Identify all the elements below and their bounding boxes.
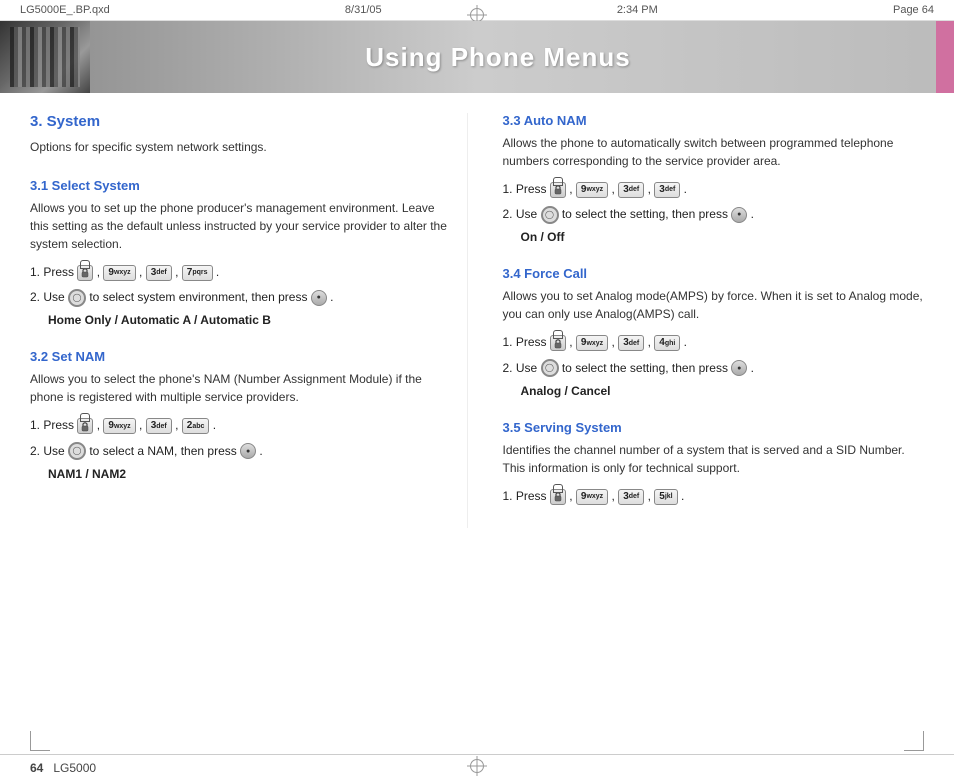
page-header: Using Phone Menus xyxy=(0,21,954,93)
lock-key-2 xyxy=(77,418,93,434)
footer-model: LG5000 xyxy=(53,761,96,775)
lock-key-4 xyxy=(550,335,566,351)
ok-btn-3-1: ● xyxy=(311,290,327,306)
options-3-2: NAM1 / NAM2 xyxy=(30,467,452,481)
step-3-1-1: 1. Press , 9wxyz , 3def , 7pqrs . xyxy=(30,263,452,282)
key-9wxyz-2: 9wxyz xyxy=(103,418,135,434)
page-info-date: 8/31/05 xyxy=(345,4,382,16)
page-info-time: 2:34 PM xyxy=(617,4,658,16)
key-9wxyz-4: 9wxyz xyxy=(576,335,608,351)
ok-btn-3-3: ● xyxy=(731,207,747,223)
step-3-3-2: 2. Use ◯ to select the setting, then pre… xyxy=(503,205,925,224)
step-3-5-1: 1. Press , 9wxyz , 3def , 5jkl . xyxy=(503,487,925,506)
key-4ghi-1: 4ghi xyxy=(654,335,680,351)
key-3def-1: 3def xyxy=(146,265,172,281)
subsection-3-5-title: 3.5 Serving System xyxy=(503,420,925,435)
footer-page-number: 64 xyxy=(30,761,43,775)
options-3-4: Analog / Cancel xyxy=(503,384,925,398)
section-3-5: 3.5 Serving System Identifies the channe… xyxy=(503,420,925,506)
subsection-3-2-desc: Allows you to select the phone's NAM (Nu… xyxy=(30,370,452,406)
step-3-2-1: 1. Press , 9wxyz , 3def , 2abc . xyxy=(30,416,452,435)
corner-mark-bl xyxy=(30,731,50,751)
section-3: 3. System Options for specific system ne… xyxy=(30,113,452,156)
reg-mark-top xyxy=(470,8,484,22)
subsection-3-4-title: 3.4 Force Call xyxy=(503,266,925,281)
key-3def-6: 3def xyxy=(618,489,644,505)
options-3-3: On / Off xyxy=(503,230,925,244)
subsection-3-4-desc: Allows you to set Analog mode(AMPS) by f… xyxy=(503,287,925,323)
section-3-4: 3.4 Force Call Allows you to set Analog … xyxy=(503,266,925,397)
nav-wheel-3-1: ◯ xyxy=(68,289,86,307)
subsection-3-3-title: 3.3 Auto NAM xyxy=(503,113,925,128)
key-3def-4: 3def xyxy=(654,182,680,198)
header-accent xyxy=(936,21,954,93)
key-3def-3: 3def xyxy=(618,182,644,198)
section-3-1: 3.1 Select System Allows you to set up t… xyxy=(30,178,452,327)
key-9wxyz-1: 9wxyz xyxy=(103,265,135,281)
lock-key-5 xyxy=(550,489,566,505)
header-image xyxy=(0,21,90,93)
section-3-2: 3.2 Set NAM Allows you to select the pho… xyxy=(30,349,452,480)
key-7pqrs-1: 7pqrs xyxy=(182,265,213,281)
key-9wxyz-5: 9wxyz xyxy=(576,489,608,505)
section-3-title: 3. System xyxy=(30,113,452,130)
section-3-desc: Options for specific system network sett… xyxy=(30,138,452,156)
subsection-3-3-desc: Allows the phone to automatically switch… xyxy=(503,134,925,170)
key-3def-5: 3def xyxy=(618,335,644,351)
page-info-page: Page 64 xyxy=(893,4,934,16)
ok-btn-3-2: ● xyxy=(240,443,256,459)
ok-btn-3-4: ● xyxy=(731,360,747,376)
page-info-file: LG5000E_.BP.qxd xyxy=(20,4,110,16)
step-3-2-2: 2. Use ◯ to select a NAM, then press ● . xyxy=(30,442,452,461)
step-3-3-1: 1. Press , 9wxyz , 3def , 3def . xyxy=(503,180,925,199)
lock-key-3 xyxy=(550,182,566,198)
page-footer: 64 LG5000 xyxy=(0,754,954,781)
column-right: 3.3 Auto NAM Allows the phone to automat… xyxy=(498,113,925,528)
section-3-3: 3.3 Auto NAM Allows the phone to automat… xyxy=(503,113,925,244)
key-9wxyz-3: 9wxyz xyxy=(576,182,608,198)
options-3-1: Home Only / Automatic A / Automatic B xyxy=(30,313,452,327)
subsection-3-1-desc: Allows you to set up the phone producer'… xyxy=(30,199,452,253)
nav-wheel-3-4: ◯ xyxy=(541,359,559,377)
corner-mark-br xyxy=(904,731,924,751)
key-3def-2: 3def xyxy=(146,418,172,434)
column-left: 3. System Options for specific system ne… xyxy=(30,113,468,528)
key-2abc-1: 2abc xyxy=(182,418,210,434)
header-title: Using Phone Menus xyxy=(90,42,936,73)
nav-wheel-3-2: ◯ xyxy=(68,442,86,460)
subsection-3-1-title: 3.1 Select System xyxy=(30,178,452,193)
lock-key-1 xyxy=(77,265,93,281)
subsection-3-5-desc: Identifies the channel number of a syste… xyxy=(503,441,925,477)
key-5jkl-1: 5jkl xyxy=(654,489,677,505)
subsection-3-2-title: 3.2 Set NAM xyxy=(30,349,452,364)
step-3-4-1: 1. Press , 9wxyz , 3def , 4ghi . xyxy=(503,333,925,352)
nav-wheel-3-3: ◯ xyxy=(541,206,559,224)
main-content: 3. System Options for specific system ne… xyxy=(0,93,954,548)
step-3-1-2: 2. Use ◯ to select system environment, t… xyxy=(30,288,452,307)
step-3-4-2: 2. Use ◯ to select the setting, then pre… xyxy=(503,359,925,378)
